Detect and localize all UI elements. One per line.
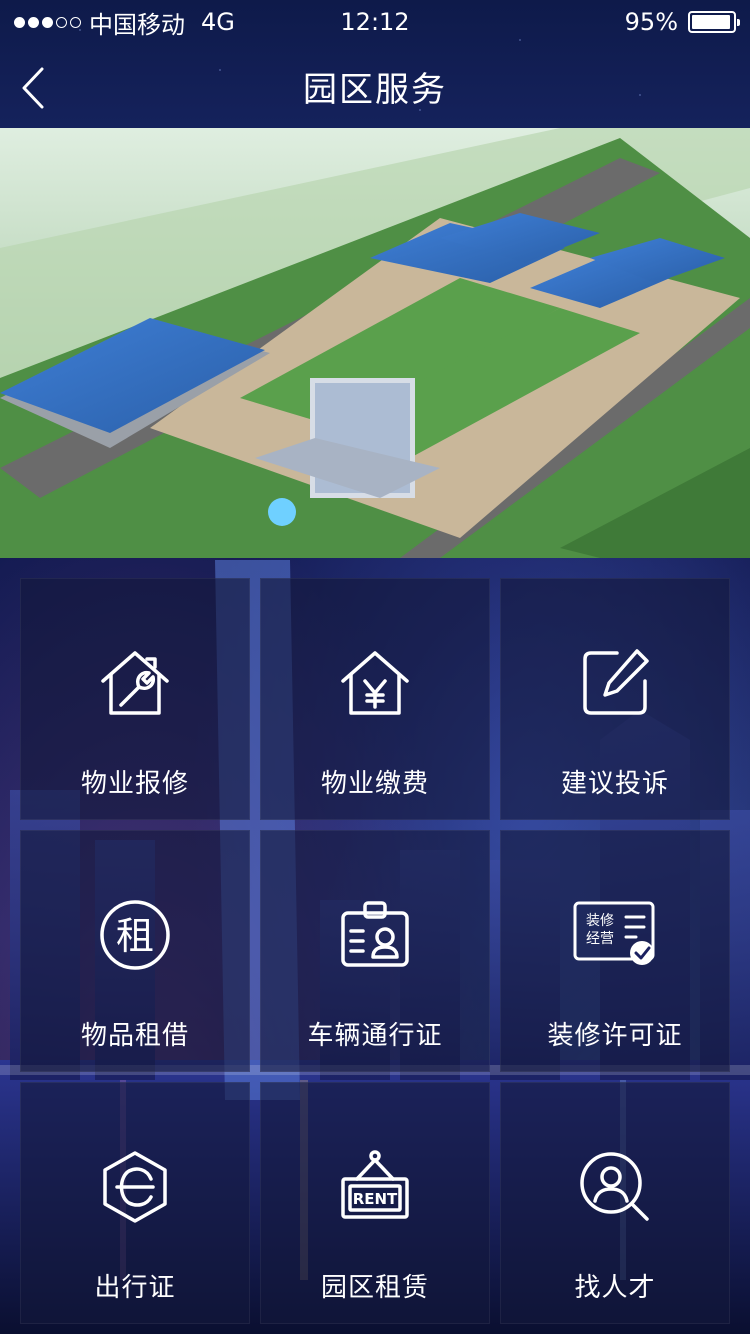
service-label: 出行证 [94, 1273, 176, 1303]
battery-fill [692, 15, 730, 29]
service-tile-find-talent[interactable]: 找人才 [500, 1082, 730, 1324]
service-tile-property-payment[interactable]: 物业缴费 [260, 578, 490, 820]
house-yen-icon [337, 645, 413, 721]
service-tile-suggestion-complaint[interactable]: 建议投诉 [500, 578, 730, 820]
service-tile-park-leasing[interactable]: RENT 园区租赁 [260, 1082, 490, 1324]
service-label: 装修许可证 [547, 1021, 683, 1051]
status-left: 中国移动 4G [14, 5, 235, 40]
rent-sign-text: RENT [353, 1190, 398, 1208]
decoration-permit-icon: 装修 经营 [572, 897, 658, 973]
service-grid: 物业报修 物业缴费 建议投诉 租 物品租借 车辆通行证 装修 经营 装修许可证 … [20, 578, 730, 1324]
service-label: 找人才 [574, 1273, 656, 1303]
service-tile-travel-pass[interactable]: 出行证 [20, 1082, 250, 1324]
edit-square-icon [577, 645, 653, 721]
battery-icon [688, 11, 740, 33]
status-right: 95% [624, 8, 740, 36]
search-person-icon [577, 1149, 653, 1225]
network-type: 4G [201, 8, 235, 36]
service-label: 建议投诉 [560, 769, 669, 799]
page-title: 园区服务 [303, 69, 447, 110]
house-wrench-icon [97, 645, 173, 721]
service-label: 车辆通行证 [307, 1021, 443, 1051]
chevron-left-icon [22, 67, 44, 109]
service-tile-property-repair[interactable]: 物业报修 [20, 578, 250, 820]
rent-circle-icon: 租 [97, 897, 173, 973]
service-label: 物品租借 [80, 1021, 189, 1051]
park-banner-image[interactable] [0, 128, 750, 558]
service-tile-decoration-permit[interactable]: 装修 经营 装修许可证 [500, 830, 730, 1072]
travel-pass-icon [97, 1149, 173, 1225]
service-label: 物业报修 [80, 769, 189, 799]
permit-text-line2: 经营 [586, 931, 614, 947]
rent-char: 租 [116, 914, 154, 958]
carrier-name: 中国移动 [89, 10, 185, 39]
signal-strength-icon [14, 16, 81, 28]
back-button[interactable] [18, 66, 48, 110]
id-badge-icon [337, 897, 413, 973]
service-tile-vehicle-pass[interactable]: 车辆通行证 [260, 830, 490, 1072]
industrial-park-aerial-image [0, 128, 750, 558]
permit-text-line1: 装修 [586, 913, 614, 929]
service-label: 园区租赁 [320, 1273, 429, 1303]
service-tile-item-rental[interactable]: 租 物品租借 [20, 830, 250, 1072]
rent-sign-icon: RENT [337, 1149, 413, 1225]
status-bar: 中国移动 4G 12:12 95% [0, 0, 750, 44]
service-label: 物业缴费 [320, 769, 429, 799]
battery-percent: 95% [624, 8, 678, 36]
navigation-bar: 园区服务 [0, 44, 750, 128]
